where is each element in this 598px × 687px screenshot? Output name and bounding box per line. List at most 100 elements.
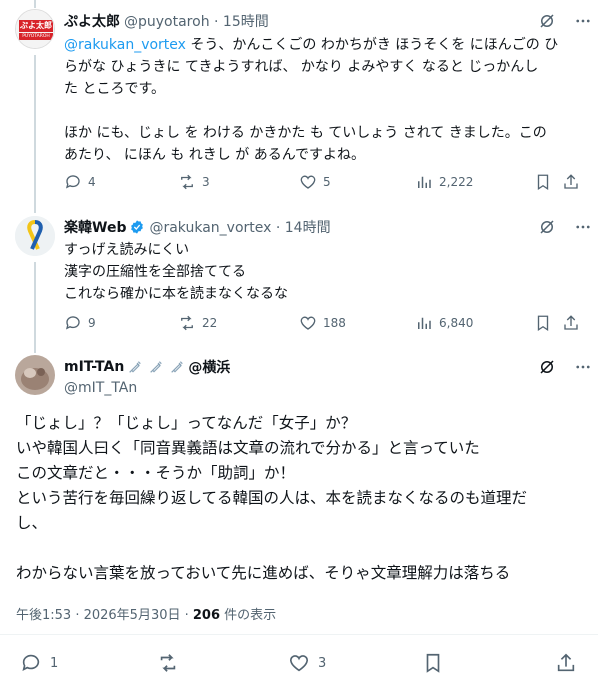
views-count: 6,840 — [439, 316, 474, 330]
text-line: ほか にも、じょし を わける かきかた も ていしょう されて きました。この — [64, 125, 547, 141]
views-icon — [418, 176, 431, 188]
more-icon[interactable] — [574, 358, 592, 376]
bookmark-icon — [426, 653, 440, 673]
author-handle-row: @mIT_TAn — [64, 378, 137, 398]
display-name[interactable]: 楽韓Web — [64, 217, 126, 237]
thread-line — [34, 0, 36, 8]
like-button[interactable]: 3 — [288, 652, 326, 674]
reply-tweet-puyotaroh[interactable]: ぷよ太郎 PUYOTAROH ぷよ太郎 @puyotaroh · 15時間 @r… — [0, 0, 598, 205]
tweet-text: @rakukan_vortex そう、かんこくごの わかちがき ほうそくを にほ… — [64, 34, 584, 166]
tweet-top-icons — [538, 12, 592, 30]
views-button[interactable]: 6,840 — [415, 314, 473, 332]
more-icon[interactable] — [574, 218, 592, 236]
text-line: いや韓国人曰く「同音異義語は文章の流れで分かる」と言っていた — [16, 439, 480, 457]
text-line: わからない言葉を放っておいて先に進めば、そりゃ文章理解力は落ちる — [16, 564, 511, 582]
author-name-row: mIT-TAn @横浜 — [64, 357, 230, 377]
focused-tweet-actions: 1 3 — [0, 650, 598, 678]
text-line: 「じょし」？「じょし」ってなんだ「女子」か？ — [16, 414, 357, 432]
display-name[interactable]: ぷよ太郎 — [64, 11, 120, 31]
repost-icon — [160, 654, 176, 672]
grok-icon[interactable] — [538, 358, 556, 376]
share-button[interactable] — [562, 173, 580, 191]
bookmark-icon — [537, 315, 549, 332]
avatar-logo-text: ぷよ太郎 — [20, 21, 52, 30]
views-count: 2,222 — [439, 175, 474, 189]
bookmark-icon — [537, 174, 549, 191]
text-line: あたり、 にほん も れきし が あるんですよね。 — [64, 147, 365, 163]
share-icon — [564, 174, 578, 189]
thread-line — [34, 205, 36, 213]
display-name[interactable]: mIT-TAn — [64, 359, 124, 375]
views-button[interactable]: 2,222 — [415, 173, 473, 191]
reply-button[interactable]: 4 — [64, 173, 96, 191]
grok-icon[interactable] — [538, 218, 556, 236]
repost-button[interactable]: 3 — [178, 173, 210, 191]
view-count: 206 — [192, 608, 221, 623]
text-line: これなら確かに本を読まなくなるな — [64, 286, 288, 302]
divider — [0, 634, 598, 635]
tweet-header: ぷよ太郎 @puyotaroh · 15時間 — [64, 11, 269, 31]
share-button[interactable] — [562, 314, 580, 332]
timestamp[interactable]: 午後1:53 · 2026年5月30日 · — [16, 608, 193, 623]
cat-photo-avatar — [15, 355, 55, 395]
avatar[interactable] — [15, 355, 55, 395]
repost-count: 3 — [202, 175, 210, 189]
reply-button[interactable]: 1 — [20, 652, 58, 674]
share-button[interactable] — [555, 652, 577, 674]
repost-button[interactable] — [157, 652, 179, 674]
share-icon — [564, 315, 578, 330]
like-count: 188 — [323, 316, 346, 330]
bookmark-button[interactable] — [422, 652, 444, 674]
like-count: 3 — [318, 655, 327, 671]
grok-icon[interactable] — [538, 12, 556, 30]
avatar[interactable] — [15, 216, 55, 256]
yellow-ribbon-avatar — [15, 216, 55, 256]
reply-count: 4 — [88, 175, 96, 189]
text-line — [64, 100, 584, 122]
repost-button[interactable]: 22 — [178, 314, 217, 332]
text-line: この文章だと・・・そうか「助詞」か！ — [16, 464, 296, 482]
mention-link[interactable]: @rakukan_vortex — [64, 37, 186, 53]
tweet-top-icons — [538, 358, 592, 376]
text-line: という苦行を毎回繰り返してる韓国の人は、本を読まなくなるのも道理だ — [16, 489, 528, 507]
thread-line — [34, 262, 36, 345]
reply-button[interactable]: 9 — [64, 314, 96, 332]
reply-tweet-rakukan[interactable]: 楽韓Web @rakukan_vortex · 14時間 すっげえ読みにくい 漢… — [0, 205, 598, 345]
bookmark-button[interactable] — [534, 173, 552, 191]
repost-count: 22 — [202, 316, 218, 330]
text-line: た ところです。 — [64, 81, 166, 97]
tweet-text: すっげえ読みにくい 漢字の圧縮性を全部捨ててる これなら確かに本を読まなくなるな — [64, 239, 584, 305]
syringe-emoji-icon — [129, 361, 142, 373]
focused-tweet: mIT-TAn @横浜 @mIT_TAn 「じょし」？「じょし」ってなんだ「女子… — [0, 345, 598, 687]
handle[interactable]: @mIT_TAn — [64, 380, 137, 396]
avatar-logo-subtext: PUYOTAROH — [22, 34, 50, 39]
tweet-actions: 4 3 5 2,222 — [64, 173, 584, 193]
tweet-header: 楽韓Web @rakukan_vortex · 14時間 — [64, 217, 331, 237]
handle-and-time[interactable]: @rakukan_vortex · 14時間 — [149, 217, 330, 237]
avatar[interactable]: ぷよ太郎 PUYOTAROH — [15, 9, 55, 49]
thread-line — [34, 345, 36, 353]
more-icon[interactable] — [574, 12, 592, 30]
heart-icon — [300, 316, 316, 330]
tweet-metadata: 午後1:53 · 2026年5月30日 · 206 件の表示 — [16, 604, 276, 623]
text-line: らがな ひょうきに てきようすれば、 かなり よみやすく なると じっかんし — [64, 59, 539, 75]
syringe-emoji-icon — [150, 361, 163, 373]
display-name-suffix: @横浜 — [188, 360, 231, 376]
repost-icon — [181, 315, 193, 331]
text-line: @rakukan_vortex そう、かんこくごの わかちがき ほうそくを にほ… — [64, 37, 559, 53]
like-button[interactable]: 5 — [299, 173, 331, 191]
reply-icon — [22, 654, 40, 671]
heart-icon — [289, 655, 309, 672]
handle-and-time[interactable]: @puyotaroh · 15時間 — [124, 11, 269, 31]
like-count: 5 — [323, 175, 331, 189]
thread-line — [34, 55, 36, 205]
reply-icon — [65, 175, 80, 189]
reply-count: 1 — [50, 655, 59, 671]
like-button[interactable]: 188 — [299, 314, 346, 332]
views-icon — [418, 317, 431, 329]
tweet-actions: 9 22 188 6,840 — [64, 314, 584, 334]
heart-icon — [300, 175, 316, 189]
reply-icon — [65, 316, 80, 330]
bookmark-button[interactable] — [534, 314, 552, 332]
share-icon — [557, 653, 575, 672]
